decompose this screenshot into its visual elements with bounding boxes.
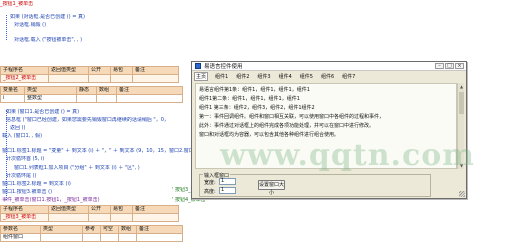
scroll-down-icon[interactable]: ▼ xyxy=(458,162,465,169)
table-header-cell[interactable]: 易包 xyxy=(110,205,133,214)
maximize-button[interactable]: □ xyxy=(445,63,454,69)
width-field[interactable]: 1 xyxy=(219,178,236,185)
tree-guide xyxy=(6,15,7,40)
minimize-button[interactable]: – xyxy=(435,63,444,69)
code-line[interactable]: 计次循环尾 () xyxy=(6,173,37,180)
table-cell[interactable] xyxy=(40,233,83,242)
table-header-cell[interactable]: 参数名 xyxy=(0,225,41,234)
resize-grip-icon[interactable] xyxy=(459,191,465,197)
table-header-cell[interactable]: 类型 xyxy=(40,225,83,234)
table-header-cell[interactable]: 备注 xyxy=(116,86,183,95)
table-header-cell[interactable]: 参考 xyxy=(82,225,101,234)
menu-item[interactable]: 组件4 xyxy=(278,73,293,80)
table-cell[interactable] xyxy=(88,74,111,83)
code-line[interactable]: 如果 (对话框.是否已创建 () = 真) xyxy=(10,14,85,21)
table-cell[interactable] xyxy=(132,74,179,83)
menu-item[interactable]: 组件2 xyxy=(235,73,250,80)
tree-guide-2 xyxy=(6,110,7,200)
code-line[interactable]: 计次循环首 (5, i) xyxy=(6,156,44,163)
table-header-cell[interactable]: 公开 xyxy=(88,66,111,75)
table-header-cell[interactable]: 变量名 xyxy=(0,86,25,95)
table-cell[interactable] xyxy=(48,213,89,222)
table-cell[interactable] xyxy=(88,213,111,222)
table-cell[interactable] xyxy=(96,94,117,103)
table-header-cell[interactable]: 类型 xyxy=(24,86,77,95)
close-button[interactable]: × xyxy=(455,63,464,69)
table-cell[interactable]: _按钮3_被单击 xyxy=(0,213,49,222)
menu-item[interactable]: 组件6 xyxy=(320,73,335,80)
parameter-table: 参数名 类型 参考 可空 数组 备注 组件窗口 xyxy=(0,225,183,242)
variable-table: 变量名 类型 静态 数组 备注 i 整数型 xyxy=(0,86,183,103)
sub-program-table-2: 子程序名 返回值类型 公开 易包 备注 _按钮3_被单击 xyxy=(0,205,179,222)
table-cell[interactable] xyxy=(118,233,137,242)
panel-text-line: 第一：事件回调组件。组件和窗口相互关联，可以使用窗口中各组件的过程和事件， xyxy=(199,114,385,120)
table-header-cell[interactable]: 静态 xyxy=(76,86,97,95)
panel-text-line: 窗口和对话框均为容器，可以包含其他各种组件进行组合使用。 xyxy=(199,132,340,138)
height-label: 高度: xyxy=(204,189,216,195)
table-cell[interactable] xyxy=(116,94,183,103)
table-header-cell[interactable]: 备注 xyxy=(132,66,179,75)
table-header-cell[interactable]: 公开 xyxy=(88,205,111,214)
menu-item[interactable]: 组件3 xyxy=(256,73,271,80)
table-cell[interactable] xyxy=(132,213,179,222)
code-line[interactable]: 对话框.载入 ("按钮被单击", , ) xyxy=(14,37,82,44)
table-header-cell[interactable]: 易包 xyxy=(110,66,133,75)
table-header-cell[interactable]: 返回值类型 xyxy=(48,66,89,75)
table-cell[interactable]: i xyxy=(0,94,25,103)
code-line[interactable]: 返回 () xyxy=(10,125,26,132)
menu-item[interactable]: 组件7 xyxy=(341,73,356,80)
sub-program-table-1: 子程序名 返回值类型 公开 易包 备注 _按钮2_被单击 xyxy=(0,66,179,83)
code-line[interactable]: _按钮1_被单击 xyxy=(0,1,33,8)
vertical-scrollbar[interactable]: ▲ ▼ xyxy=(457,83,464,169)
table-cell[interactable] xyxy=(100,233,119,242)
menu-item[interactable]: 主页 xyxy=(194,72,209,81)
panel-text-line: 组件1 第三条：组件2，组件3，组件2，组件1组件2 xyxy=(199,105,315,111)
table-header-cell[interactable]: 子程序名 xyxy=(0,66,49,75)
code-line[interactable]: 事件_被单击(窗口1.按钮1，_按钮1_被单击) xyxy=(2,197,100,204)
table-cell[interactable] xyxy=(82,233,101,242)
height-field[interactable]: 1 xyxy=(219,187,236,194)
code-line[interactable]: 窗口1.标签2.标题 = 到文本 (i) xyxy=(2,181,71,188)
panel-text-line: 易语言组件第1条：组件1，组件1，组件1，组件1 xyxy=(199,87,310,93)
panel-text-line: 此外：事件通过对话框上的组件完成各项功能处理，并可以在窗口中进行修改。 xyxy=(199,123,375,129)
table-cell[interactable]: 整数型 xyxy=(24,94,77,103)
code-line[interactable]: 窗口1.列表框1.加入项目 ("分组" ＋ 到文本 (i) ＋ "区", ) xyxy=(14,165,140,172)
demo-dialog-window[interactable]: 易语言控件使用 – □ × 主页 组件1 组件2 组件3 组件4 组件5 组件6 组件7 易语… xyxy=(191,61,467,199)
scroll-thumb[interactable] xyxy=(459,92,464,114)
code-line[interactable]: 窗口1.按钮3.被单击 () xyxy=(2,189,52,196)
app-icon xyxy=(195,63,201,69)
table-header-cell[interactable]: 备注 xyxy=(132,205,179,214)
table-header-cell[interactable]: 数组 xyxy=(96,86,117,95)
window-title: 易语言控件使用 xyxy=(204,64,243,70)
code-line[interactable]: 载入 (窗口1, , 假) xyxy=(2,133,42,140)
table-cell[interactable] xyxy=(48,74,89,83)
table-cell[interactable]: _按钮2_被单击 xyxy=(0,74,49,83)
code-line[interactable]: 信息框 ("窗口已经创建，如果您需要先销毁窗口再继续的话请稍后 "，0， xyxy=(6,117,169,124)
scroll-up-icon[interactable]: ▲ xyxy=(458,83,465,90)
table-header-cell[interactable]: 返回值类型 xyxy=(48,205,89,214)
table-cell[interactable]: 组件窗口 xyxy=(0,233,41,242)
menu-item[interactable]: 组件5 xyxy=(299,73,314,80)
set-size-button[interactable]: 设置窗口大小 xyxy=(258,180,285,196)
code-line[interactable]: 如果 (窗口1.是否已创建 () = 真) xyxy=(6,109,79,116)
table-cell[interactable] xyxy=(110,213,133,222)
input-box-group: 输入框窗口 宽度: 1 高度: 1 设置窗口大小 xyxy=(199,172,431,197)
table-cell[interactable] xyxy=(136,233,183,242)
menu-item[interactable]: 组件1 xyxy=(214,73,229,80)
table-header-cell[interactable]: 可空 xyxy=(100,225,119,234)
table-cell[interactable] xyxy=(76,94,97,103)
table-header-cell[interactable]: 备注 xyxy=(136,225,183,234)
content-panel: 易语言组件第1条：组件1，组件1，组件1，组件1 组件1第二条：组件1，组件1，组… xyxy=(195,83,457,169)
menu-bar: 主页 组件1 组件2 组件3 组件4 组件5 组件6 组件7 xyxy=(192,72,466,81)
table-header-cell[interactable]: 数组 xyxy=(118,225,137,234)
panel-text-line: 组件1第二条：组件1，组件1，组件1，组件1 xyxy=(199,96,300,102)
table-header-cell[interactable]: 子程序名 xyxy=(0,205,49,214)
table-cell[interactable] xyxy=(110,74,133,83)
title-bar[interactable]: 易语言控件使用 – □ × xyxy=(192,62,466,71)
width-label: 宽度: xyxy=(204,180,216,186)
code-line[interactable]: 对话框.销毁 () xyxy=(14,22,46,29)
